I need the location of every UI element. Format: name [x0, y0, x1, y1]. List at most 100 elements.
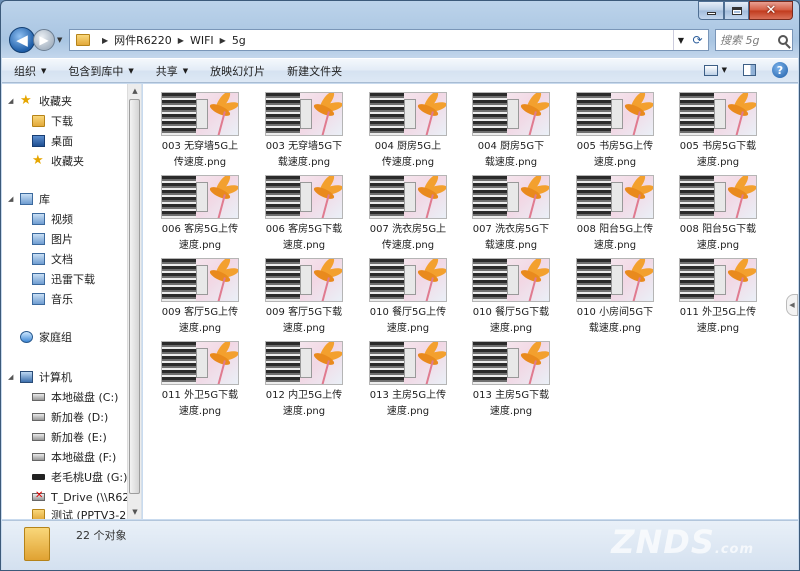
nav-computer[interactable]: ◢ 计算机	[8, 368, 72, 386]
file-name: 004 厨房5G上 传速度.png	[361, 139, 455, 171]
share-menu[interactable]: 共享 ▼	[156, 63, 188, 79]
scroll-up-icon[interactable]: ▲	[128, 84, 141, 98]
search-icon[interactable]	[778, 35, 788, 45]
nav-favorites[interactable]: ◢ ★ 收藏夹	[8, 92, 72, 110]
nav-drive-d[interactable]: 新加卷 (D:)	[32, 408, 108, 426]
collapse-icon[interactable]: ◢	[8, 373, 18, 381]
new-folder-button[interactable]: 新建文件夹	[287, 63, 342, 79]
nav-desktop[interactable]: 桌面	[32, 132, 73, 150]
file-item[interactable]: 007 洗衣房5G下 载速度.png	[464, 175, 558, 254]
slideshow-button[interactable]: 放映幻灯片	[210, 63, 265, 79]
organize-menu[interactable]: 组织 ▼	[14, 63, 46, 79]
file-item[interactable]: 004 厨房5G下 载速度.png	[464, 92, 558, 171]
preview-pane-icon[interactable]	[743, 64, 756, 76]
refresh-icon: ⟳	[692, 33, 703, 47]
file-item[interactable]: 005 书房5G下载 速度.png	[671, 92, 765, 171]
hard-disk-icon	[32, 453, 45, 461]
recent-pages-dropdown[interactable]: ▼	[57, 36, 62, 44]
nav-music[interactable]: 音乐	[32, 290, 73, 308]
back-button[interactable]: ◀	[9, 27, 35, 53]
file-item[interactable]: 012 内卫5G上传 速度.png	[257, 341, 351, 420]
file-name-line: 速度.png	[386, 323, 430, 334]
file-item[interactable]: 013 主房5G下载 速度.png	[464, 341, 558, 420]
nav-downloads[interactable]: 下载	[32, 112, 73, 130]
file-item[interactable]: 004 厨房5G上 传速度.png	[361, 92, 455, 171]
scroll-down-icon[interactable]: ▼	[128, 505, 141, 519]
file-name: 010 餐厅5G下载 速度.png	[464, 305, 558, 337]
nav-recent[interactable]: ★ 收藏夹	[32, 152, 84, 170]
include-library-menu[interactable]: 包含到库中 ▼	[68, 63, 133, 79]
scrollbar-thumb[interactable]	[129, 99, 140, 494]
maximize-button[interactable]	[724, 1, 749, 20]
nav-label: 文档	[51, 253, 73, 266]
music-library-icon	[32, 293, 45, 305]
share-label: 共享	[155, 64, 178, 78]
file-item[interactable]: 008 阳台5G上传 速度.png	[568, 175, 662, 254]
nav-label: 收藏夹	[51, 155, 84, 168]
download-library-icon	[32, 273, 45, 285]
folder-icon	[76, 34, 90, 46]
breadcrumb-separator-icon[interactable]: ▶	[220, 36, 226, 45]
file-item[interactable]: 010 小房间5G下 载速度.png	[568, 258, 662, 337]
breadcrumb-separator-icon[interactable]: ▶	[178, 36, 184, 45]
nav-drive-g[interactable]: 老毛桃U盘 (G:)	[32, 468, 127, 486]
file-item[interactable]: 006 客房5G上传 速度.png	[153, 175, 247, 254]
forward-button[interactable]: ▶	[33, 29, 55, 51]
file-name-line: 003 无穿墙5G下	[265, 141, 343, 152]
file-item[interactable]: 009 客厅5G上传 速度.png	[153, 258, 247, 337]
minimize-button[interactable]	[698, 1, 724, 20]
nav-videos[interactable]: 视频	[32, 210, 73, 228]
nav-drive-test[interactable]: 测试 (PPTV3-20	[32, 506, 133, 519]
collapse-icon[interactable]: ◢	[8, 97, 18, 105]
file-name-line: 速度.png	[593, 240, 637, 251]
nav-xunlei[interactable]: 迅雷下载	[32, 270, 95, 288]
chevron-down-icon[interactable]: ▼	[722, 66, 727, 74]
nav-label: 视频	[51, 213, 73, 226]
file-item[interactable]: 011 外卫5G上传 速度.png	[671, 258, 765, 337]
nav-drive-c[interactable]: 本地磁盘 (C:)	[32, 388, 118, 406]
file-item[interactable]: 010 餐厅5G下载 速度.png	[464, 258, 558, 337]
file-item[interactable]: 007 洗衣房5G上 传速度.png	[361, 175, 455, 254]
help-icon[interactable]: ?	[772, 62, 788, 78]
breadcrumb-item[interactable]: 5g	[232, 34, 246, 47]
search-input[interactable]: 搜索 5g	[715, 29, 793, 51]
hard-disk-icon	[32, 393, 45, 401]
file-item[interactable]: 003 无穿墙5G下 载速度.png	[257, 92, 351, 171]
file-name-line: 006 客房5G上传	[161, 224, 239, 235]
nav-label: 本地磁盘 (C:)	[51, 391, 119, 404]
nav-libraries[interactable]: ◢ 库	[8, 190, 50, 208]
image-thumbnail	[265, 258, 343, 302]
file-item[interactable]: 011 外卫5G下载 速度.png	[153, 341, 247, 420]
breadcrumb-separator-icon[interactable]: ▶	[102, 36, 108, 45]
collapse-icon[interactable]: ◢	[8, 195, 18, 203]
file-item[interactable]: 013 主房5G上传 速度.png	[361, 341, 455, 420]
image-thumbnail	[161, 175, 239, 219]
file-name-line: 007 洗衣房5G上	[369, 224, 447, 235]
nav-drive-e[interactable]: 新加卷 (E:)	[32, 428, 107, 446]
nav-documents[interactable]: 文档	[32, 250, 73, 268]
file-item[interactable]: 010 餐厅5G上传 速度.png	[361, 258, 455, 337]
file-name-line: 速度.png	[178, 323, 222, 334]
file-name: 007 洗衣房5G下 载速度.png	[464, 222, 558, 254]
address-bar[interactable]: ▶ 网件R6220 ▶ WIFI ▶ 5g ▼	[69, 29, 689, 51]
address-history-dropdown[interactable]: ▼	[672, 30, 688, 50]
breadcrumb-item[interactable]: 网件R6220	[114, 32, 172, 48]
file-item[interactable]: 003 无穿墙5G上 传速度.png	[153, 92, 247, 171]
nav-drive-f[interactable]: 本地磁盘 (F:)	[32, 448, 116, 466]
nav-pictures[interactable]: 图片	[32, 230, 73, 248]
file-item[interactable]: 005 书房5G上传 速度.png	[568, 92, 662, 171]
close-button[interactable]: ✕	[749, 1, 793, 20]
file-item[interactable]: 008 阳台5G下载 速度.png	[671, 175, 765, 254]
view-options-icon[interactable]	[703, 64, 718, 76]
image-thumbnail	[679, 258, 757, 302]
refresh-button[interactable]: ⟳	[687, 29, 709, 51]
breadcrumb-item[interactable]: WIFI	[190, 34, 214, 47]
nav-drive-network[interactable]: T_Drive (\\R622	[32, 488, 136, 506]
file-name: 011 外卫5G下载 速度.png	[153, 388, 247, 420]
file-item[interactable]: 009 客厅5G下载 速度.png	[257, 258, 351, 337]
file-item[interactable]: 006 客房5G下载 速度.png	[257, 175, 351, 254]
file-name: 008 阳台5G下载 速度.png	[671, 222, 765, 254]
nav-scrollbar[interactable]: ▲ ▼	[127, 84, 141, 519]
nav-homegroup[interactable]: 家庭组	[20, 328, 72, 346]
scroll-right-icon[interactable]: ◀	[786, 294, 798, 316]
